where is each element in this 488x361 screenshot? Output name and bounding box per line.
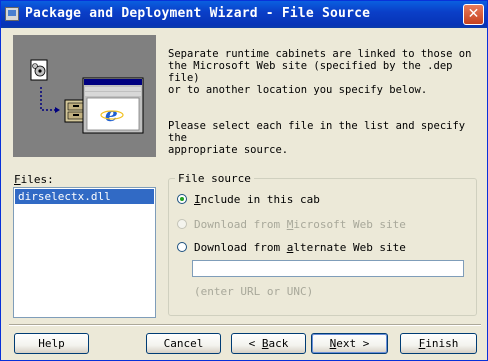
file-source-group-label: File source <box>175 172 254 185</box>
list-item[interactable]: dirselectx.dll <box>15 189 154 204</box>
close-button[interactable]: ✕ <box>463 4 484 25</box>
download-alternate-pre: Download from <box>194 241 287 254</box>
files-listbox[interactable]: dirselectx.dll <box>13 187 156 318</box>
download-alternate-post: lternate Web site <box>293 241 406 254</box>
finish-text: inish <box>425 337 459 350</box>
include-in-cab-radio[interactable] <box>177 194 187 204</box>
back-text: ack <box>268 337 289 350</box>
download-alternate-radio[interactable] <box>177 242 187 252</box>
include-in-cab-accel: I <box>194 193 201 206</box>
description-paragraph-2: Please select each file in the list and … <box>168 120 466 156</box>
finish-button[interactable]: Finish <box>400 333 477 354</box>
wizard-description: Separate runtime cabinets are linked to … <box>168 36 478 180</box>
download-microsoft-label: Download from Microsoft Web site <box>194 218 406 231</box>
download-alternate-label[interactable]: Download from alternate Web site <box>194 241 406 254</box>
app-icon <box>5 7 19 21</box>
back-arrow: < <box>248 337 262 350</box>
wizard-window: Package and Deployment Wizard - File Sou… <box>0 0 488 361</box>
include-in-cab-label[interactable]: Include in this cab <box>194 193 320 206</box>
button-separator <box>9 324 481 326</box>
download-microsoft-post: icrosoft Web site <box>293 218 406 231</box>
include-in-cab-post: nclude in this cab <box>200 193 320 206</box>
download-microsoft-radio <box>177 219 187 229</box>
next-button[interactable]: Next > <box>311 333 388 354</box>
deployment-illustration-icon: e <box>30 59 144 134</box>
files-label-text: iles: <box>20 173 54 186</box>
url-hint: (enter URL or UNC) <box>194 285 314 298</box>
help-button[interactable]: Help <box>14 333 89 354</box>
title-bar[interactable]: Package and Deployment Wizard - File Sou… <box>1 1 487 28</box>
svg-text:e: e <box>105 102 118 126</box>
alternate-url-field[interactable] <box>192 260 464 277</box>
files-label-accel: F <box>14 173 21 186</box>
back-accel: B <box>261 337 269 350</box>
cancel-button[interactable]: Cancel <box>146 333 221 354</box>
wizard-illustration: e <box>13 35 156 157</box>
window-title: Package and Deployment Wizard - File Sou… <box>25 6 371 21</box>
files-label: Files: <box>14 173 54 186</box>
description-paragraph-1: Separate runtime cabinets are linked to … <box>168 48 472 96</box>
download-microsoft-pre: Download from <box>194 218 287 231</box>
back-button[interactable]: < Back <box>231 333 306 354</box>
next-text: ext > <box>336 337 370 350</box>
